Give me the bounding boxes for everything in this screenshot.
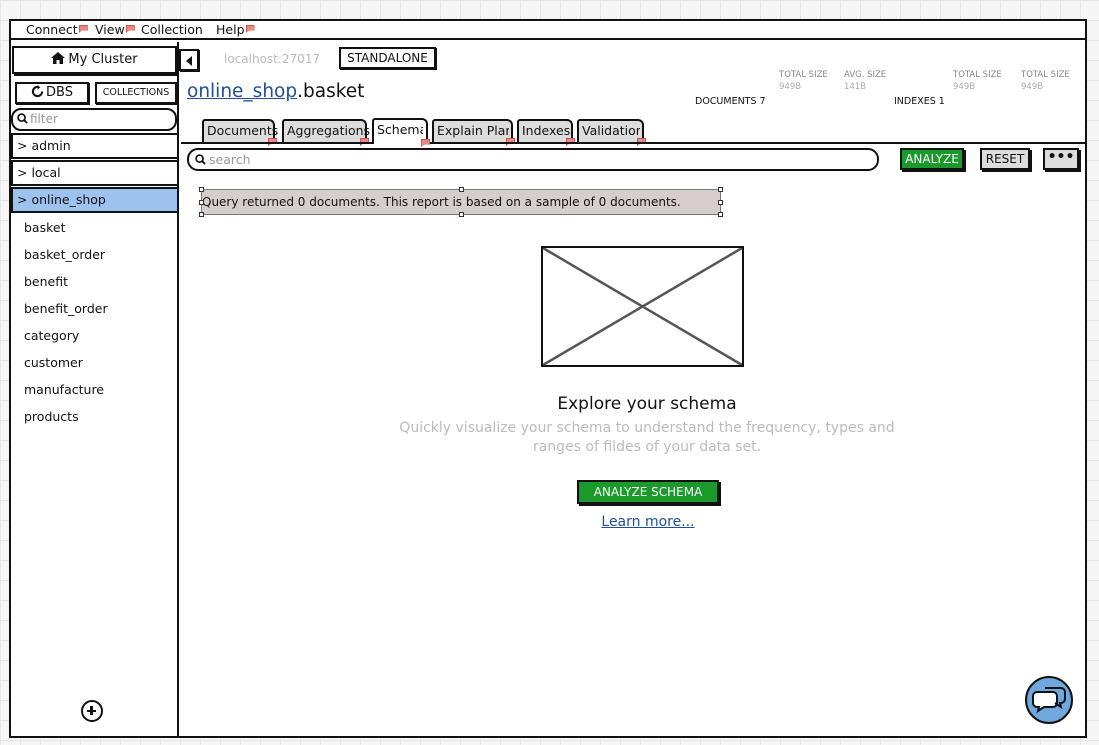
resize-handle [459,212,464,217]
menu-bar: Connect View Collection Help [11,21,1085,40]
description-line: Quickly visualize your schema to underst… [399,420,895,436]
resize-handle [718,212,723,217]
learn-more-link[interactable]: Learn more... [577,514,719,530]
collection-item-category[interactable]: category [24,328,79,344]
collection-item-basket[interactable]: basket [24,220,66,236]
query-notice-text: Query returned 0 documents. This report … [202,195,681,209]
resize-handle [718,200,723,205]
schema-panel: search ANALYZE RESET ••• Query returned … [181,142,1085,736]
namespace-db-link[interactable]: online_shop [187,81,297,102]
analyze-button[interactable]: ANALYZE [900,148,964,170]
host-label: localhost:27017 [224,52,321,66]
refresh-icon [31,85,44,98]
image-placeholder-icon [541,246,744,367]
doc-avg-size-label: AVG. SIZE [844,70,887,80]
more-options-button[interactable]: ••• [1043,148,1079,170]
menu-collection[interactable]: Collection [141,22,203,38]
doc-total-size-value: 949B [779,82,802,92]
menu-connect[interactable]: Connect [26,22,88,38]
tab-indexes[interactable]: Indexes [517,119,575,146]
idx-avg-size-label: TOTAL SIZE [1021,70,1070,80]
collapse-sidebar-button[interactable] [179,49,199,71]
menu-view[interactable]: View [95,22,135,38]
home-icon [51,52,66,64]
image-placeholder-cross [542,246,743,367]
resize-handle [459,187,464,192]
collection-item-benefit-order[interactable]: benefit_order [24,301,108,317]
dbs-button[interactable]: DBS [15,82,89,104]
collections-button[interactable]: COLLECTIONS [95,82,177,104]
reset-button[interactable]: RESET [980,148,1030,170]
idx-total-size-value: 949B [953,82,976,92]
dbs-label: DBS [46,85,73,100]
cluster-button[interactable]: My Cluster [12,46,177,74]
db-label: > local [17,165,61,180]
tab-validation[interactable]: Validation [577,119,646,146]
tab-label: Schema [377,122,423,137]
cluster-label: My Cluster [68,52,138,67]
idx-avg-size-value: 949B [1021,82,1044,92]
sidebar-db-admin[interactable]: > admin [11,133,179,159]
search-icon [17,113,28,124]
flag-icon [78,25,88,33]
chat-icon [1032,687,1066,714]
sidebar-db-online-shop[interactable]: > online_shop [11,187,179,213]
db-label: > admin [17,138,71,153]
sidebar: My Cluster DBS COLLECTIONS filter > admi… [11,42,179,736]
empty-state-description: Quickly visualize your schema to underst… [381,419,913,457]
filter-input[interactable]: filter [11,108,177,131]
menu-help-label: Help [216,22,245,37]
add-database-icon[interactable] [81,700,103,722]
flag-icon [125,25,135,33]
collection-item-products[interactable]: products [24,409,79,425]
search-placeholder: search [209,152,251,167]
empty-state-title: Explore your schema [557,394,737,414]
tab-label: Documents [207,123,279,138]
tab-label: Aggregations [287,123,371,138]
doc-total-size-label: TOTAL SIZE [779,70,828,80]
search-input[interactable]: search [187,148,879,171]
tab-label: Validation [582,123,640,138]
flag-icon [245,25,255,33]
chat-support-button[interactable] [1025,676,1073,724]
tab-explain-plan[interactable]: Explain Plan [432,119,515,146]
sidebar-db-local[interactable]: > local [11,160,179,186]
tab-label: Indexes [522,123,571,138]
menu-collection-label: Collection [141,22,203,37]
collections-label: COLLECTIONS [102,87,170,98]
resize-handle [199,212,204,217]
collection-item-customer[interactable]: customer [24,355,83,371]
tab-schema[interactable]: Schema [372,118,430,147]
menu-help[interactable]: Help [216,22,255,38]
tab-aggregations[interactable]: Aggregations [282,119,371,146]
namespace-title: online_shop.basket [187,81,364,102]
resize-handle [718,187,723,192]
documents-count: DOCUMENTS 7 [695,96,766,107]
search-icon [195,154,206,165]
db-label: > online_shop [17,192,106,207]
idx-total-size-label: TOTAL SIZE [953,70,1002,80]
tab-label: Explain Plan [437,123,509,138]
filter-placeholder: filter [30,112,58,126]
description-line: ranges of fildes of your data set. [532,439,762,455]
doc-avg-size-value: 141B [844,82,867,92]
namespace-collection: .basket [297,81,365,102]
topology-badge: STANDALONE [339,47,436,69]
menu-view-label: View [95,22,125,37]
analyze-schema-button[interactable]: ANALYZE SCHEMA [577,480,719,504]
collection-item-basket-order[interactable]: basket_order [24,247,105,263]
resize-handle [199,187,204,192]
resize-handle [199,200,204,205]
collection-item-manufacture[interactable]: manufacture [24,382,104,398]
app-window: Connect View Collection Help My Cluster … [9,19,1087,738]
indexes-count: INDEXES 1 [894,96,945,107]
collection-item-benefit[interactable]: benefit [24,274,68,290]
menu-connect-label: Connect [26,22,78,37]
tab-documents[interactable]: Documents [202,119,279,146]
query-notice: Query returned 0 documents. This report … [199,187,723,217]
